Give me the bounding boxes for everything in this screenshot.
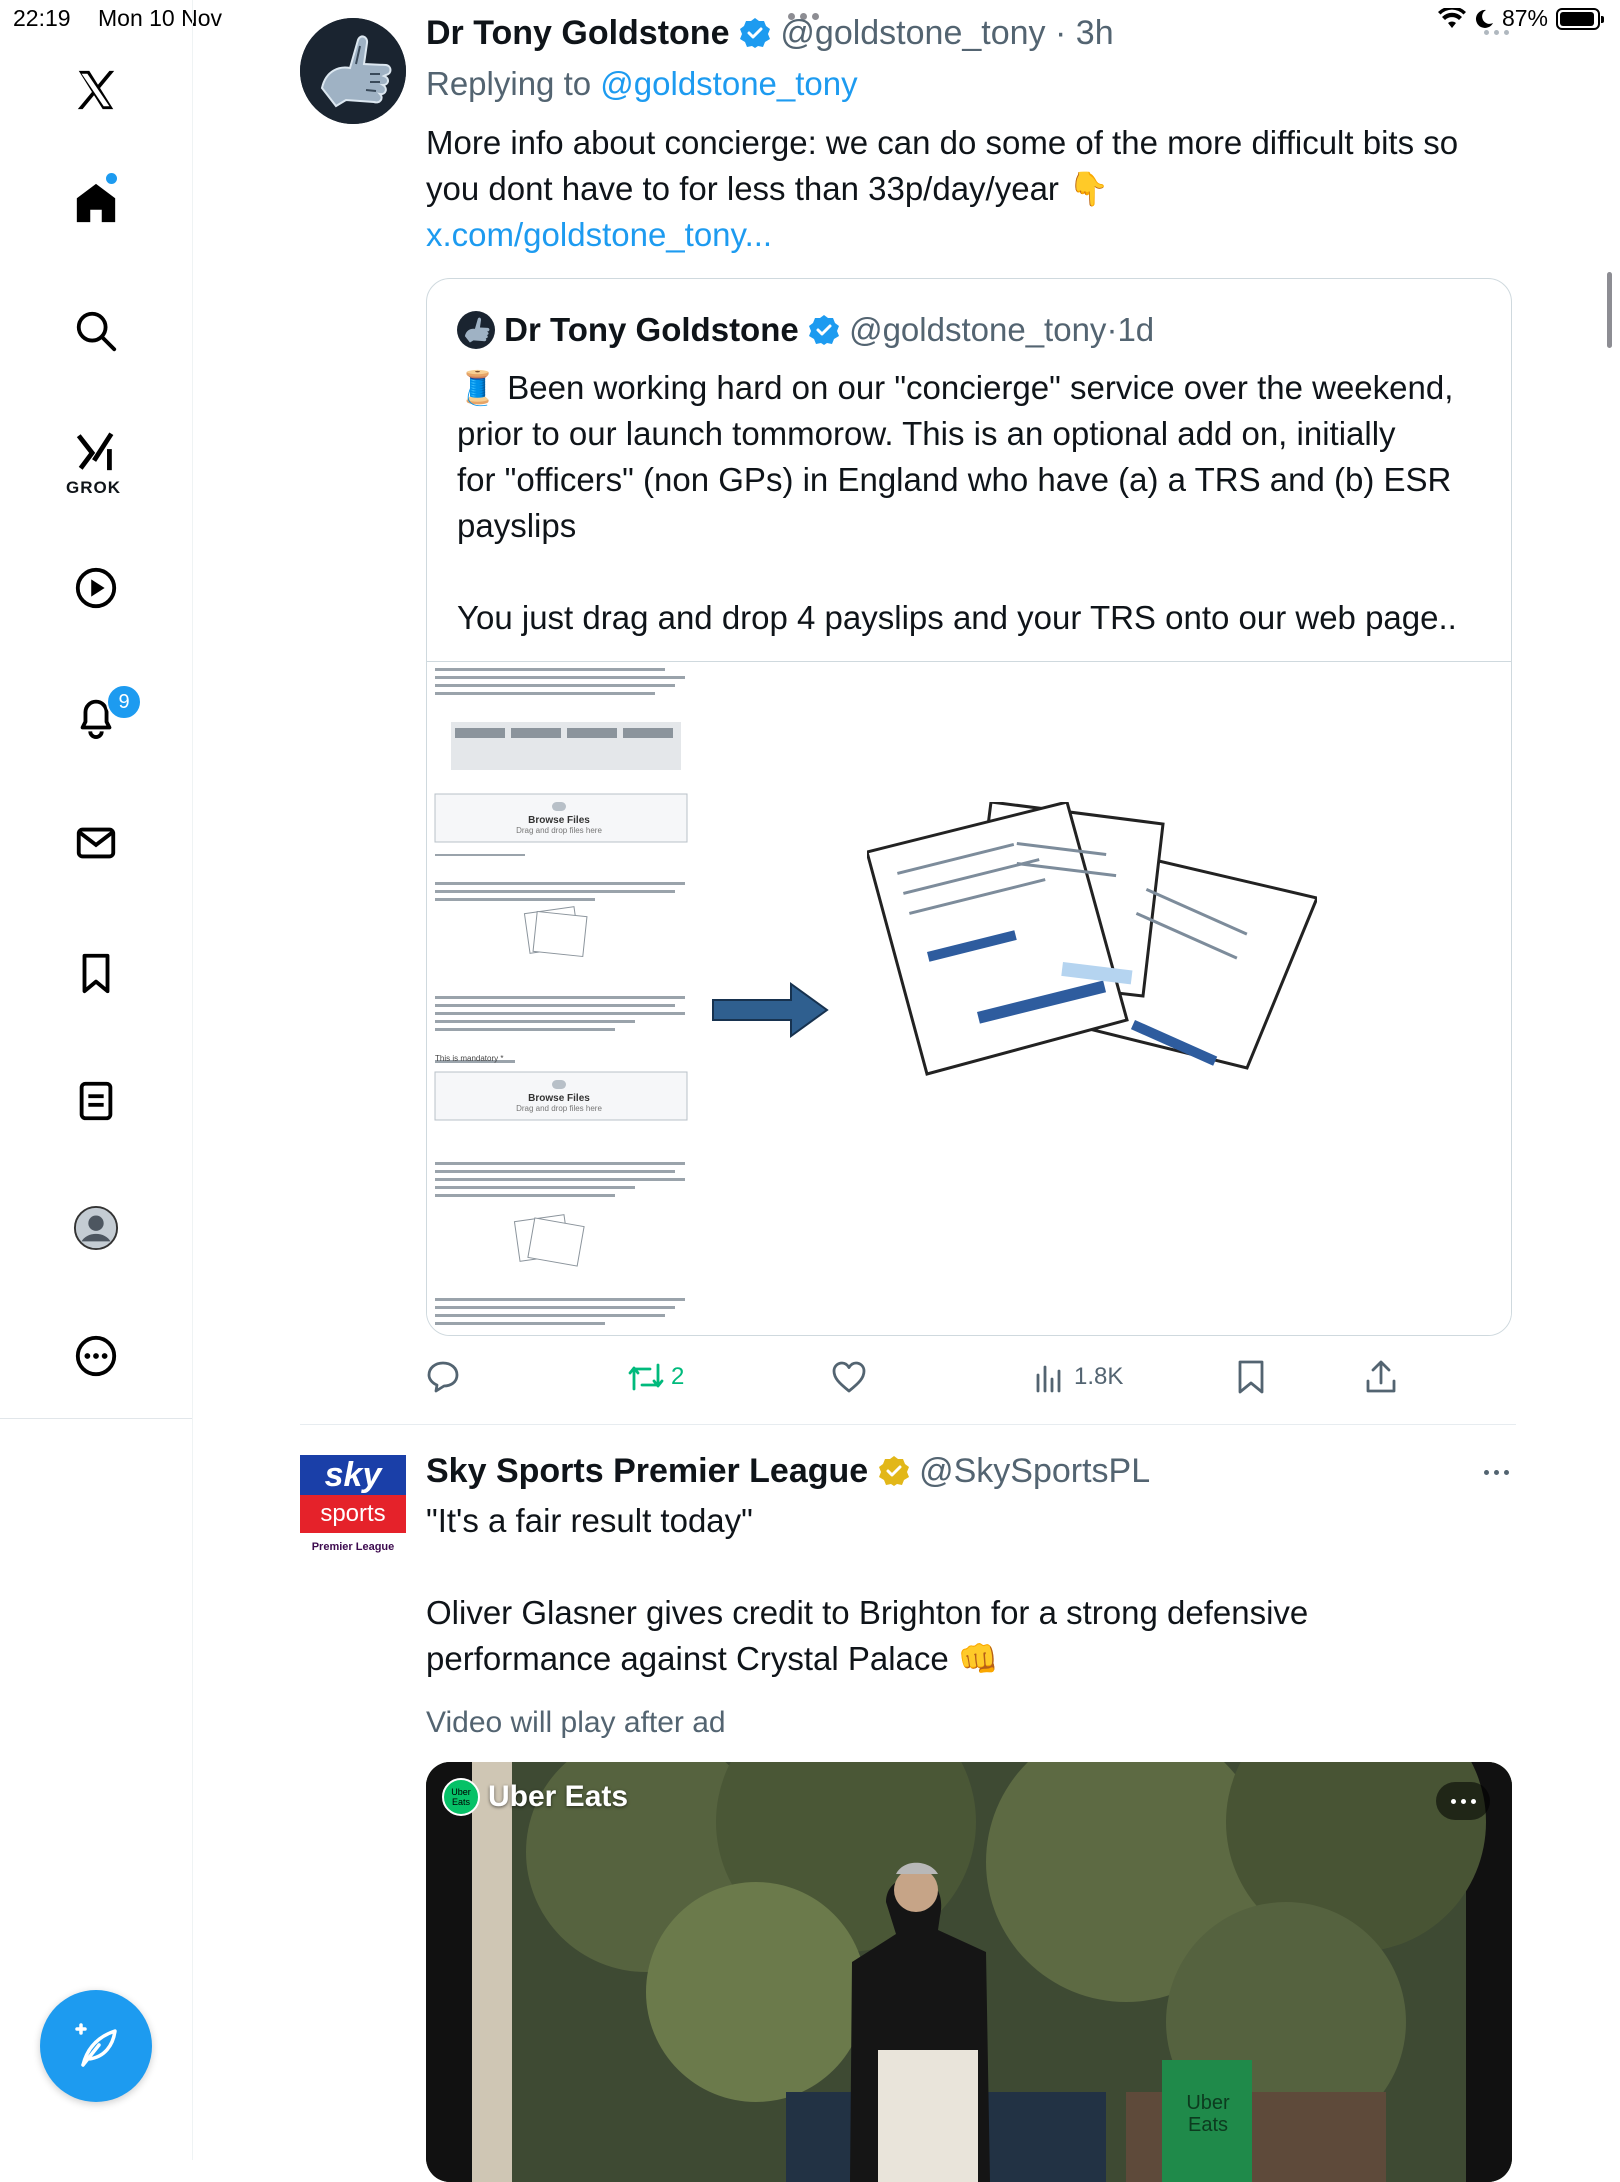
browse-files-1-sub: Drag and drop files here [516, 826, 602, 835]
quote-media-image[interactable]: Browse Files Drag and drop files here Th… [427, 661, 1511, 1335]
tweet1-actions: 2 1.8K [426, 1355, 1516, 1399]
quote-avatar[interactable] [457, 311, 495, 349]
browse-files-2-label: Browse Files [528, 1093, 590, 1104]
browse-files-1: Browse Files Drag and drop files here [431, 798, 687, 835]
messages-icon[interactable] [71, 818, 121, 868]
quote-body: 🧵 Been working hard on our "concierge" s… [457, 365, 1487, 641]
arrow-right-icon [712, 982, 829, 1038]
video-ad-note: Video will play after ad [426, 1706, 726, 1739]
quote-line5: You just drag and drop 4 payslips and yo… [457, 599, 1457, 636]
wifi-icon [1437, 7, 1466, 28]
home-icon[interactable] [71, 178, 121, 228]
compose-feather-icon [75, 2023, 117, 2067]
compose-post-button[interactable] [40, 1990, 152, 2102]
quote-line1: 🧵 Been working hard on our "concierge" s… [457, 369, 1454, 406]
tweet2-header: Sky Sports Premier League @SkySportsPL [426, 1448, 1150, 1494]
ad-header: Uber Eats Uber Eats [442, 1778, 628, 1816]
quote-author-name: Dr Tony Goldstone [504, 311, 799, 348]
home-unread-dot [106, 173, 117, 184]
views-count: 1.8K [1074, 1363, 1124, 1390]
author-handle[interactable]: @goldstone_tony [780, 14, 1045, 52]
browse-files-2-sub: Drag and drop files here [516, 1104, 602, 1113]
grok-icon[interactable] [71, 426, 121, 476]
video-icon[interactable] [71, 563, 121, 613]
author-name[interactable]: Sky Sports Premier League [426, 1452, 868, 1490]
sports-logo-text: sports [300, 1495, 406, 1533]
tweet1-body: More info about concierge: we can do som… [426, 120, 1526, 258]
tweet1-more-icon[interactable] [1484, 30, 1509, 35]
ad-name[interactable]: Uber Eats [488, 1780, 628, 1814]
replying-prefix: Replying to [426, 65, 592, 102]
quote-verified-badge-icon [808, 315, 839, 345]
tweet1-line2: you dont have to for less than 33p/day/y… [426, 170, 1110, 207]
profile-avatar-icon[interactable] [71, 1203, 121, 1253]
status-right: 87% [1437, 5, 1604, 32]
quote-line4: payslips [457, 507, 577, 544]
tweet2-line1: Oliver Glasner gives credit to Brighton … [426, 1594, 1309, 1631]
replying-handle-link[interactable]: @goldstone_tony [600, 65, 857, 102]
bag-text: Uber Eats [1186, 2092, 1230, 2136]
grok-label: GROK [66, 478, 121, 497]
x-logo-icon[interactable] [71, 65, 121, 115]
search-icon[interactable] [71, 306, 121, 356]
video-frame [426, 1762, 1512, 2182]
avatar-goldstone[interactable] [300, 18, 406, 124]
reply-icon[interactable] [426, 1359, 460, 1393]
sidebar: GROK 9 [0, 0, 193, 2160]
like-heart-icon[interactable] [831, 1361, 867, 1393]
sky-logo-text: sky [300, 1455, 406, 1495]
views-chart-icon[interactable] [1034, 1361, 1066, 1393]
sidebar-divider [0, 1418, 192, 1419]
verified-badge-icon [739, 18, 770, 48]
avatar-skysports[interactable]: sky sports Premier League [300, 1455, 406, 1561]
quoted-tweet-card[interactable]: Dr Tony Goldstone @goldstone_tony·1d 🧵 B… [426, 278, 1512, 1336]
video-player[interactable]: Uber Eats Uber Eats Uber Eats [426, 1762, 1512, 2182]
quote-header: Dr Tony Goldstone @goldstone_tony·1d [457, 307, 1154, 353]
quote-author-handle: @goldstone_tony [849, 311, 1107, 348]
quote-line3: for "officers" (non GPs) in England who … [457, 461, 1452, 498]
scrollbar[interactable] [1607, 272, 1612, 348]
tweet1-line1: More info about concierge: we can do som… [426, 124, 1459, 161]
author-name[interactable]: Dr Tony Goldstone [426, 14, 729, 52]
author-handle[interactable]: @SkySportsPL [919, 1452, 1150, 1490]
quote-dot-sep: · [1106, 311, 1118, 348]
premier-league-logo-text: Premier League [311, 1541, 395, 1553]
notifications-badge: 9 [106, 684, 142, 720]
browse-files-2: Browse Files Drag and drop files here [431, 1076, 687, 1113]
post-time[interactable]: 3h [1076, 14, 1114, 52]
tweet2-more-icon[interactable] [1484, 1470, 1509, 1475]
tweet2-body: "It's a fair result today" Oliver Glasne… [426, 1498, 1526, 1682]
mandatory-label: This is mandatory * [435, 1054, 504, 1063]
share-upload-icon[interactable] [1364, 1359, 1398, 1395]
battery-percent: 87% [1501, 5, 1548, 31]
uber-eats-logo-text: Uber Eats [451, 1787, 471, 1807]
bookmarks-icon[interactable] [71, 948, 121, 998]
statement-documents-illustration [867, 802, 1317, 1076]
quote-line2: prior to our launch tommorow. This is an… [457, 415, 1396, 452]
uber-eats-logo[interactable]: Uber Eats [442, 1778, 480, 1816]
more-options-icon[interactable] [71, 1331, 121, 1381]
replying-to: Replying to @goldstone_tony [426, 62, 858, 106]
tweet1-header: Dr Tony Goldstone @goldstone_tony · 3h [426, 10, 1114, 56]
quote-time: 1d [1117, 311, 1155, 348]
video-more-button[interactable] [1436, 1782, 1490, 1820]
upload-cloud-icon [552, 1080, 566, 1089]
dot-sep: · [1055, 14, 1067, 52]
retweet-count: 2 [671, 1363, 685, 1390]
upload-cloud-icon [552, 802, 566, 811]
webpage-screenshot: Browse Files Drag and drop files here Th… [431, 662, 693, 1335]
retweet-icon[interactable] [628, 1361, 664, 1393]
tweet2-line2: performance against Crystal Palace 👊 [426, 1640, 1000, 1677]
browse-files-1-label: Browse Files [528, 815, 590, 826]
tweet2-quote-line: "It's a fair result today" [426, 1502, 753, 1539]
tweet1-link[interactable]: x.com/goldstone_tony... [426, 212, 1526, 258]
tweet-divider [300, 1424, 1516, 1425]
moon-icon [1475, 9, 1493, 28]
battery-icon [1556, 7, 1604, 30]
gold-verified-badge-icon [878, 1456, 909, 1486]
lists-icon[interactable] [71, 1076, 121, 1126]
bookmark-icon[interactable] [1236, 1359, 1266, 1395]
